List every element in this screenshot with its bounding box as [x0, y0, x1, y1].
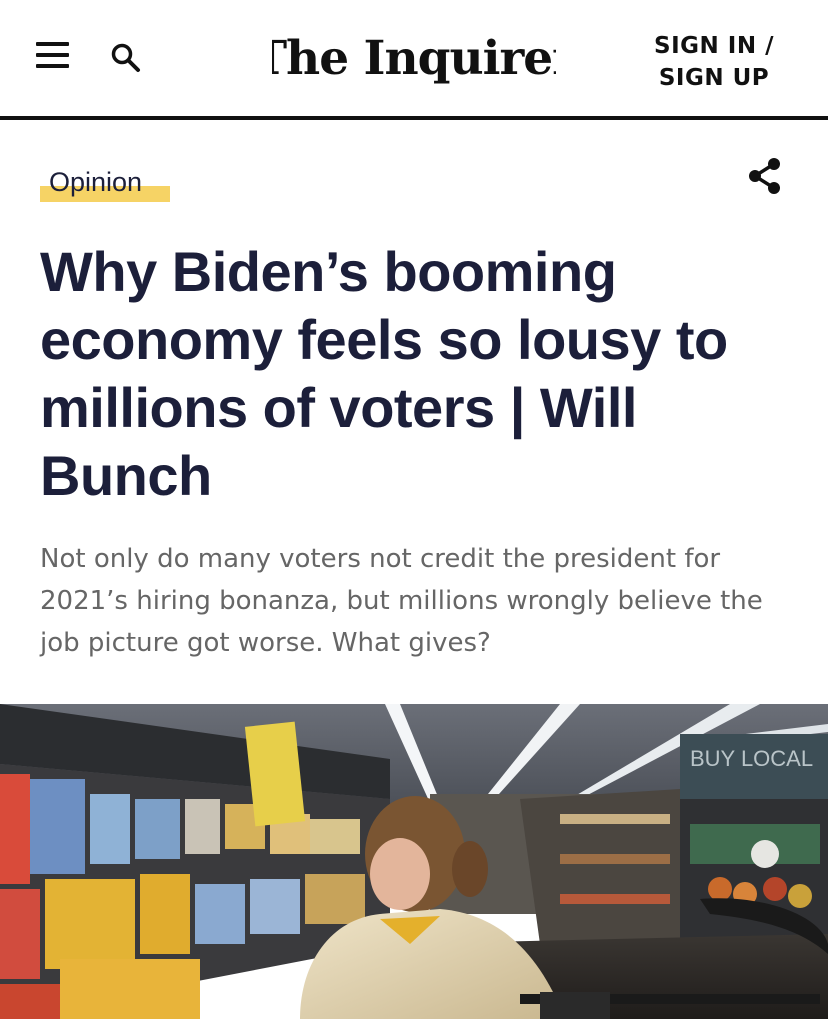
share-button[interactable]	[745, 156, 785, 196]
inquirer-logo[interactable]: The Inquirer	[272, 22, 556, 94]
share-icon	[749, 158, 780, 194]
menu-button[interactable]	[36, 42, 70, 72]
section-label[interactable]: Opinion	[40, 164, 170, 202]
logo-text: The Inquirer	[272, 31, 556, 86]
search-icon	[111, 43, 140, 72]
article-dek: Not only do many voters not credit the p…	[40, 544, 763, 658]
grocery-store-photo: BUY LOCAL	[0, 704, 828, 1019]
menu-icon-bar	[36, 42, 69, 46]
site-header: The Inquirer SIGN IN / SIGN UP	[0, 0, 828, 116]
store-sign: BUY LOCAL	[690, 746, 813, 771]
sign-in-label: SIGN IN /	[654, 33, 774, 59]
article-photo[interactable]: BUY LOCAL	[0, 704, 828, 1019]
article-headline: Why Biden’s booming economy feels so lou…	[40, 240, 728, 507]
search-button[interactable]	[110, 42, 142, 74]
menu-icon-bar	[36, 53, 69, 57]
header-divider	[0, 116, 828, 120]
section-label-text: Opinion	[49, 167, 143, 197]
sign-up-label: SIGN UP	[658, 65, 770, 91]
sign-in-link[interactable]: SIGN IN / SIGN UP	[640, 30, 788, 94]
menu-icon-bar	[36, 64, 69, 68]
